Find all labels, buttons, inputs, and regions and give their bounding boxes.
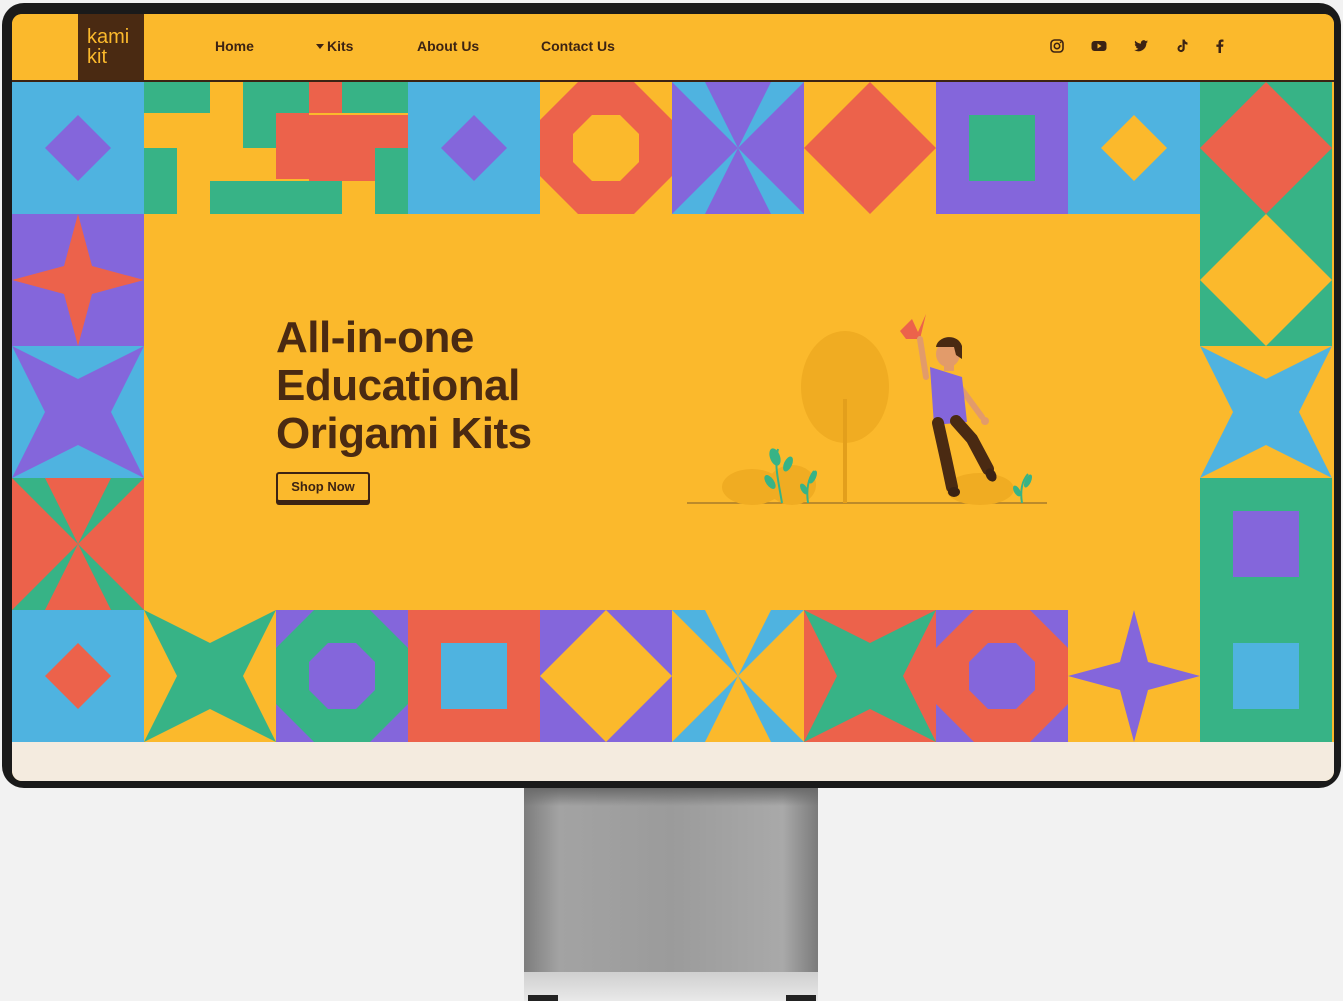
pattern-tile [408,82,540,214]
pattern-tile [540,82,672,214]
pattern-tile [804,610,936,742]
pattern-tile [1068,82,1200,214]
pattern-tile [1200,82,1332,214]
pattern-tile [1200,610,1332,742]
pattern-tile [936,610,1068,742]
stand-shadow [524,788,818,806]
hero-title: All-in-one Educational Origami Kits [276,313,532,458]
pattern-tile [12,214,144,346]
nav-kits[interactable]: Kits [316,38,353,54]
pattern-tile [1068,610,1200,742]
youtube-icon[interactable] [1090,37,1108,55]
monitor-stand [524,788,818,1001]
nav-home[interactable]: Home [215,38,254,54]
pattern-tile [12,346,144,478]
stand-foot [528,995,558,1001]
shop-now-button[interactable]: Shop Now [276,472,370,502]
twitter-icon[interactable] [1132,37,1150,55]
pattern-tile [144,610,276,742]
pattern-tile [276,610,408,742]
navbar: kami kit Home Kits About Us Contact Us [12,14,1334,82]
pattern-tile [1200,478,1332,610]
pattern-tile [672,82,804,214]
pattern-tile [144,82,276,214]
logo-line-2: kit [87,46,107,68]
pattern-tile [804,82,936,214]
logo[interactable]: kami kit [78,14,144,80]
pattern-tile [1200,346,1332,478]
tiktok-icon[interactable] [1173,37,1191,55]
pattern-tile [540,610,672,742]
pattern-tile [672,610,804,742]
screen: kami kit Home Kits About Us Contact Us A… [12,14,1334,781]
monitor-bezel: kami kit Home Kits About Us Contact Us A… [2,3,1341,788]
caret-down-icon [316,44,324,49]
nav-kits-label: Kits [327,38,354,54]
pattern-tile [408,610,540,742]
stand-base [524,972,818,1001]
nav-contact-us[interactable]: Contact Us [541,38,615,54]
logo-line-1: kami [87,26,130,48]
pattern-tile [12,610,144,742]
pattern-tile [936,82,1068,214]
screen-footer-strip [12,742,1334,781]
origami-kid-illustration [687,314,1047,505]
pattern-tile [12,478,144,610]
pattern-tile [1200,214,1332,346]
pattern-tile [276,82,408,214]
instagram-icon[interactable] [1048,37,1066,55]
stand-foot [786,995,816,1001]
nav-about-us[interactable]: About Us [417,38,479,54]
pattern-tile [12,82,144,214]
facebook-icon[interactable] [1211,37,1229,55]
